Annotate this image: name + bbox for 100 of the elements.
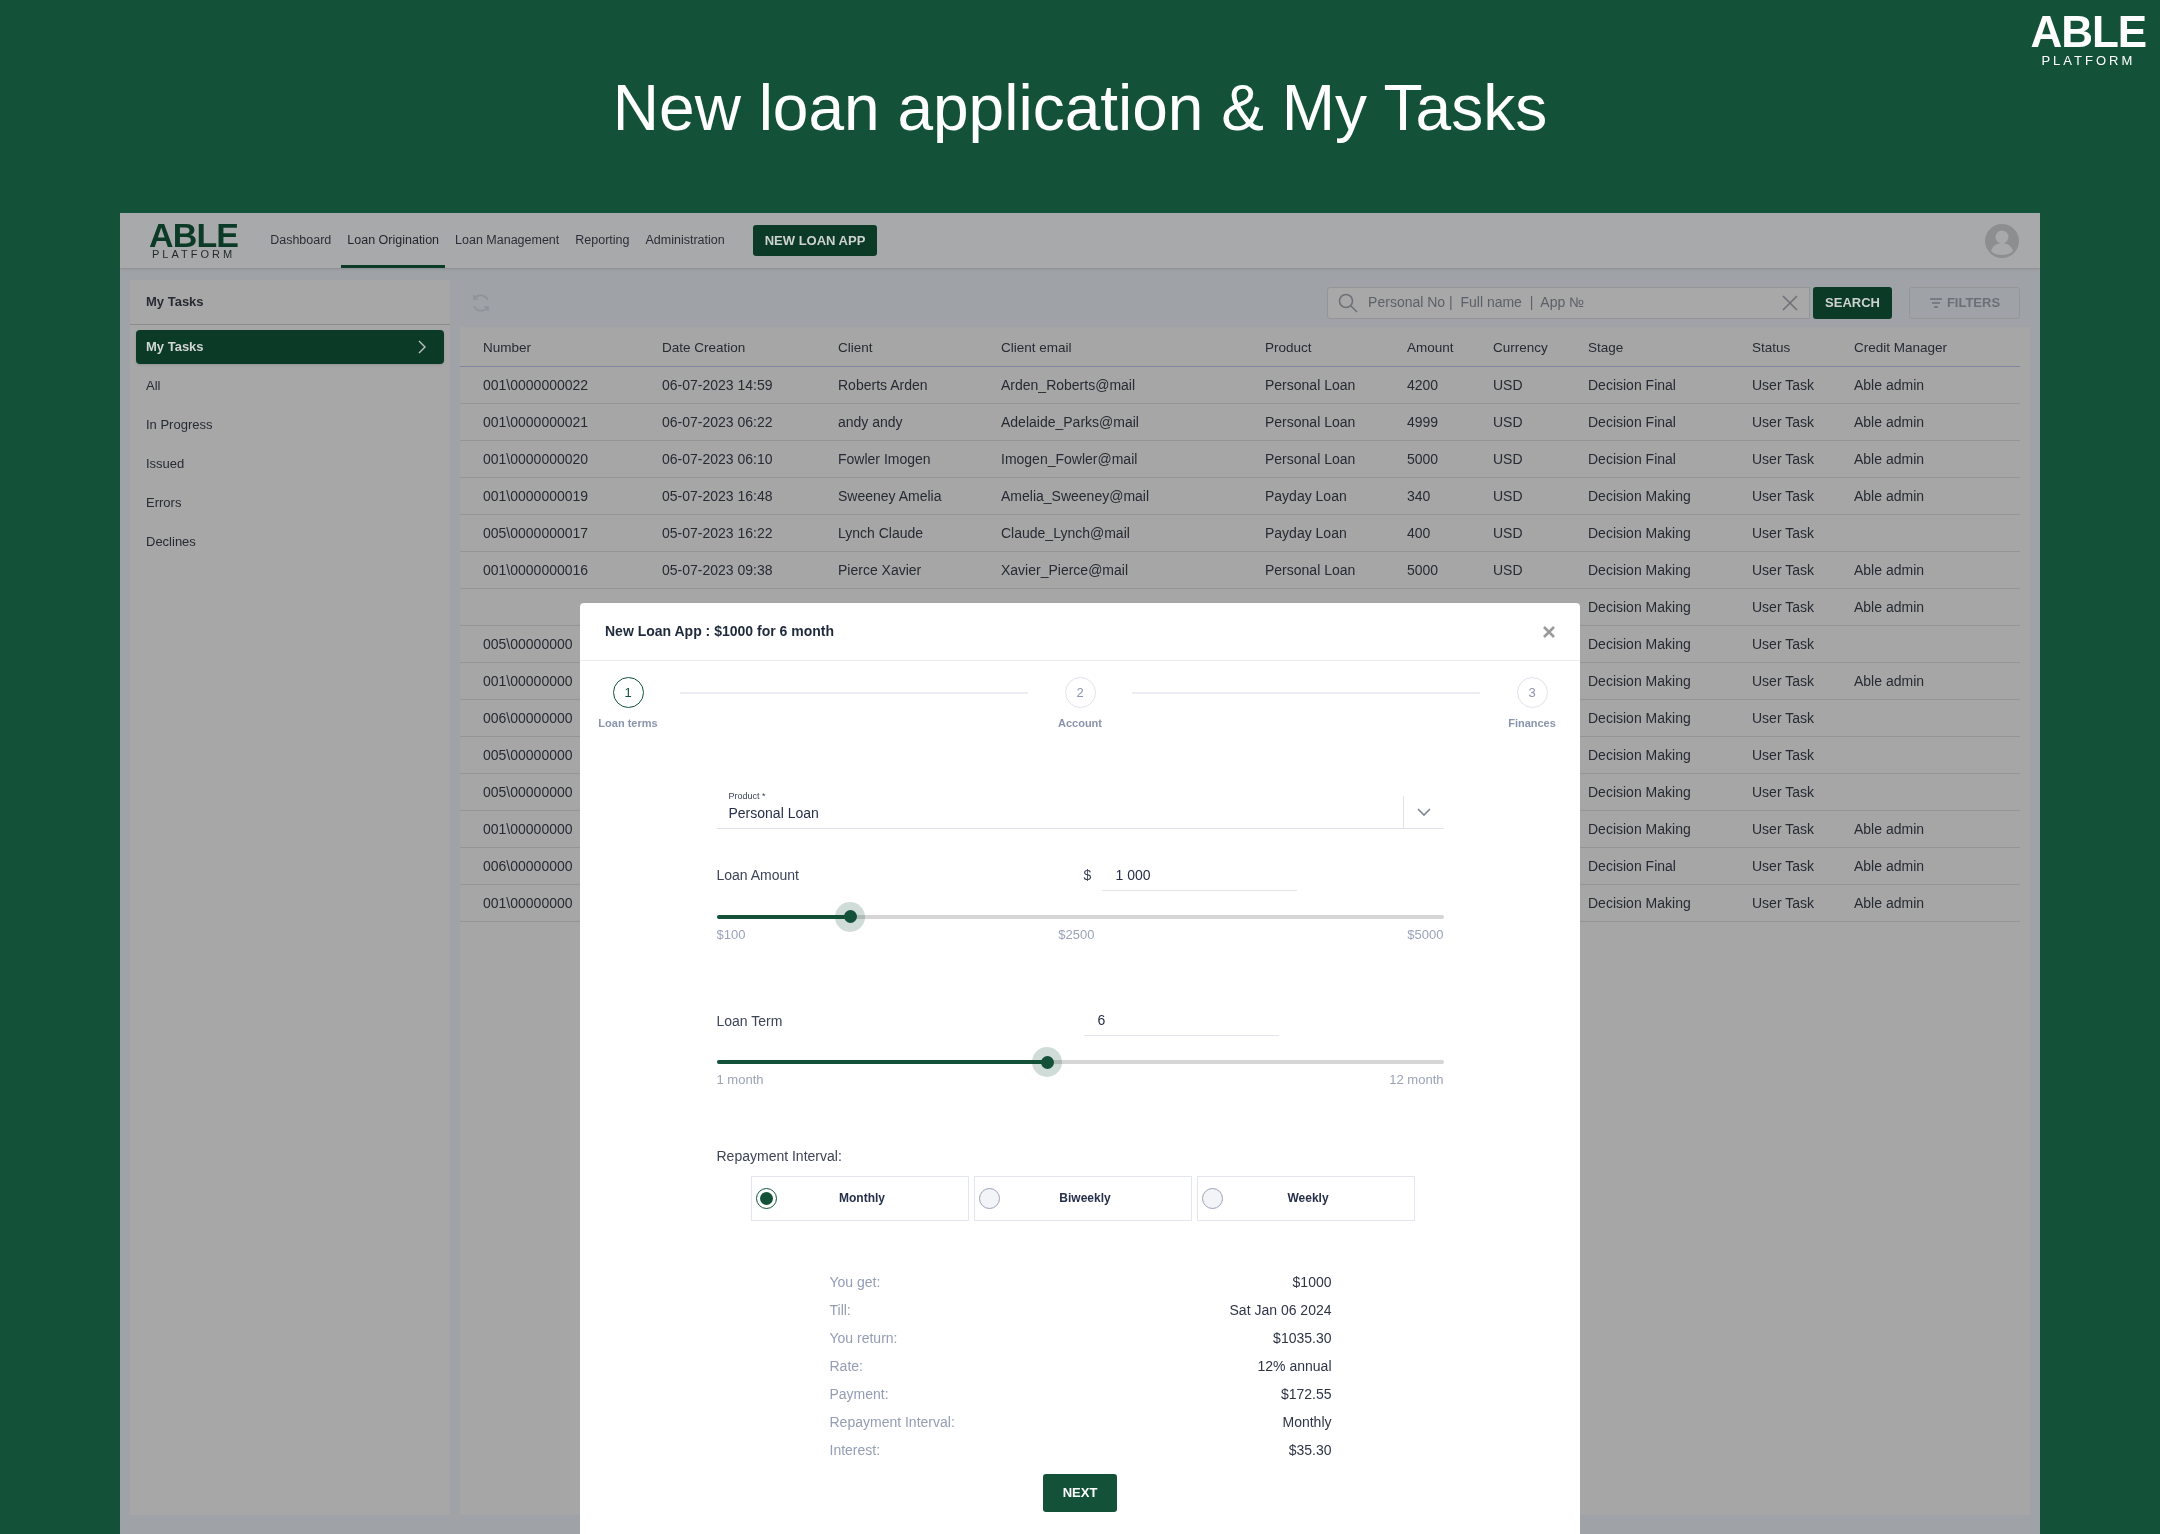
- field-label: Loan Amount: [716, 866, 800, 885]
- table-cell: USD: [1493, 414, 1523, 430]
- nav-link[interactable]: Loan Origination: [341, 213, 446, 268]
- summary-value: Monthly: [1282, 1412, 1332, 1432]
- search-field[interactable]: Personal No | Full name | App №: [1327, 286, 1811, 319]
- chevron-right-icon: [418, 340, 426, 354]
- table-cell: Decision Making: [1588, 488, 1691, 504]
- sidebar-item[interactable]: Declines: [136, 525, 444, 559]
- column-header[interactable]: Amount: [1407, 339, 1454, 355]
- table-cell: Arden_Roberts@mail: [1001, 377, 1136, 393]
- table-cell: Personal Loan: [1265, 451, 1356, 467]
- nav-link[interactable]: Dashboard: [264, 213, 338, 268]
- column-header[interactable]: Number: [483, 339, 531, 355]
- field-label: Loan Term: [716, 1011, 784, 1031]
- table-cell: User Task: [1752, 636, 1814, 652]
- table-cell: Able admin: [1854, 451, 1925, 467]
- slider[interactable]: [716, 901, 1444, 932]
- number-input[interactable]: 1 000: [1101, 860, 1297, 891]
- new-loan-button[interactable]: NEW LOAN APP: [752, 225, 878, 256]
- table-cell: 005\0000000017: [483, 525, 589, 541]
- sidebar-item[interactable]: All: [136, 369, 444, 403]
- tick-label: 1 month: [716, 1071, 764, 1089]
- summary-label: You return:: [829, 1328, 898, 1348]
- table-cell: User Task: [1752, 377, 1814, 393]
- filter-icon: [1928, 296, 1943, 309]
- column-header[interactable]: Currency: [1493, 339, 1548, 355]
- summary-label: You get:: [829, 1272, 881, 1292]
- slider-thumb[interactable]: [1032, 1047, 1063, 1077]
- table-cell: Decision Making: [1588, 784, 1691, 800]
- table-cell: Xavier_Pierce@mail: [1001, 562, 1129, 578]
- table-cell: 001\0000000020: [483, 451, 589, 467]
- table-cell: Decision Making: [1588, 747, 1691, 763]
- table-cell: User Task: [1752, 488, 1814, 504]
- table-cell: USD: [1493, 562, 1523, 578]
- table-cell: 4999: [1407, 414, 1439, 430]
- nav-link[interactable]: Administration: [639, 213, 731, 268]
- column-header[interactable]: Product: [1265, 339, 1312, 355]
- slider-thumb[interactable]: [835, 901, 866, 932]
- clear-icon[interactable]: [1781, 293, 1800, 312]
- table-cell: Able admin: [1854, 414, 1925, 430]
- column-header[interactable]: Client: [838, 339, 873, 355]
- table-cell: Decision Making: [1588, 599, 1691, 615]
- logo-tagline: PLATFORM: [152, 249, 236, 260]
- table-cell: 005\00000000: [483, 747, 573, 763]
- repayment-option[interactable]: Weekly: [1196, 1175, 1415, 1221]
- slider[interactable]: [716, 1047, 1444, 1077]
- tick-label: 12 month: [1389, 1071, 1444, 1089]
- table-cell: USD: [1493, 451, 1523, 467]
- column-header[interactable]: Credit Manager: [1854, 339, 1948, 355]
- table-cell: Able admin: [1854, 599, 1925, 615]
- logo-wordmark: ABLE: [2030, 10, 2146, 54]
- table-cell: Able admin: [1854, 562, 1925, 578]
- radio-button[interactable]: [1201, 1187, 1223, 1209]
- sidebar-item[interactable]: My Tasks: [136, 330, 444, 364]
- table-cell: User Task: [1752, 710, 1814, 726]
- table-cell: Roberts Arden: [838, 377, 928, 393]
- close-icon[interactable]: [1543, 625, 1555, 638]
- radio-button[interactable]: [978, 1187, 1000, 1209]
- table-cell: Decision Making: [1588, 525, 1691, 541]
- table-cell: Able admin: [1854, 377, 1925, 393]
- column-header[interactable]: Stage: [1588, 339, 1624, 355]
- column-header[interactable]: Client email: [1001, 339, 1072, 355]
- table-cell: 001\0000000019: [483, 488, 589, 504]
- logo-tagline: PLATFORM: [2041, 54, 2136, 67]
- tick-label: $100: [716, 925, 746, 944]
- table-cell: 05-07-2023 09:38: [662, 562, 773, 578]
- product-select[interactable]: Product * Personal Loan: [716, 783, 1444, 829]
- sidebar-item[interactable]: Issued: [136, 447, 444, 481]
- table-cell: USD: [1493, 377, 1523, 393]
- number-input[interactable]: 6: [1083, 1006, 1279, 1036]
- table-cell: 001\00000000: [483, 821, 573, 837]
- repayment-option[interactable]: Monthly: [750, 1175, 969, 1221]
- sidebar-heading: My Tasks: [146, 293, 204, 312]
- field-value: Personal Loan: [728, 803, 820, 822]
- sidebar-item[interactable]: Errors: [136, 486, 444, 520]
- table-cell: User Task: [1752, 858, 1814, 874]
- summary-label: Rate:: [829, 1356, 863, 1376]
- summary-value: $172.55: [1280, 1384, 1332, 1404]
- chevron-down-icon: [1416, 807, 1431, 816]
- table-cell: Able admin: [1854, 488, 1925, 504]
- search-button[interactable]: SEARCH: [1813, 286, 1892, 319]
- table-cell: Decision Making: [1588, 895, 1691, 911]
- table-cell: Able admin: [1854, 858, 1925, 874]
- nav-link[interactable]: Reporting: [569, 213, 636, 268]
- summary-label: Repayment Interval:: [829, 1412, 955, 1432]
- table-cell: 001\00000000: [483, 673, 573, 689]
- repayment-option[interactable]: Biweekly: [973, 1175, 1192, 1221]
- sidebar-item[interactable]: In Progress: [136, 408, 444, 442]
- table-cell: 06-07-2023 14:59: [662, 377, 773, 393]
- summary-label: Payment:: [829, 1384, 889, 1404]
- next-button[interactable]: NEXT: [1043, 1473, 1117, 1512]
- nav-link[interactable]: Loan Management: [449, 213, 566, 268]
- column-header[interactable]: Status: [1752, 339, 1791, 355]
- tick-label: $5000: [1407, 925, 1444, 944]
- table-cell: Payday Loan: [1265, 488, 1347, 504]
- table-cell: Decision Final: [1588, 858, 1676, 874]
- summary-value: $35.30: [1288, 1440, 1332, 1460]
- avatar-icon[interactable]: [1984, 222, 2020, 259]
- table-cell: USD: [1493, 525, 1523, 541]
- column-header[interactable]: Date Creation: [662, 339, 746, 355]
